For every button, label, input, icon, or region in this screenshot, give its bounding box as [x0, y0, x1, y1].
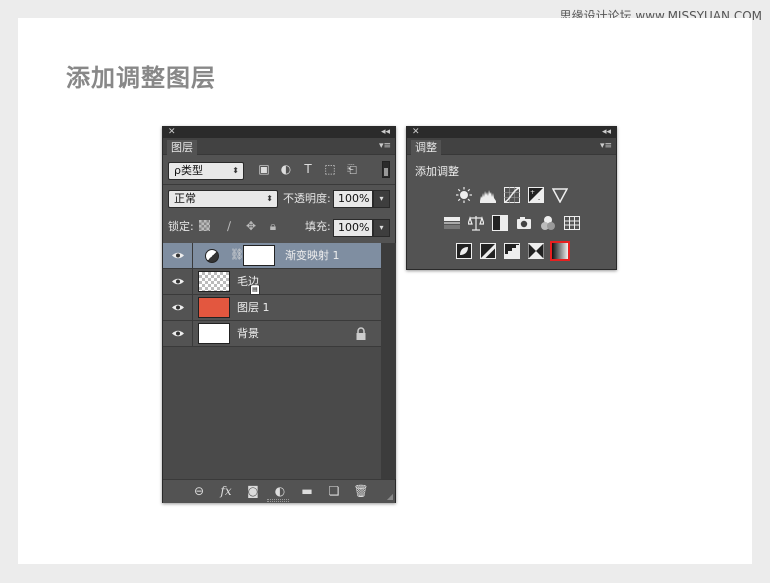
visibility-toggle[interactable] [163, 243, 193, 269]
lock-all-icon[interactable]: 🔒︎ [265, 217, 281, 235]
fill-label: 填充: [305, 220, 331, 233]
gradient-map-icon[interactable] [549, 241, 570, 261]
filter-toggle-switch[interactable] [382, 161, 390, 178]
shape-filter-icon[interactable]: ⬚ [323, 162, 337, 176]
tab-adjustments[interactable]: 调整 [411, 140, 441, 155]
layers-panel: ✕ ◂◂ 图层 ▾≡ ρ类型 ⬍ ▣ ◐ T ⬚ ⎗ 正常 ⬍ 不透明度: 100%… [162, 126, 396, 503]
visibility-toggle[interactable] [163, 321, 193, 347]
channel-mixer-icon[interactable] [540, 215, 556, 231]
adjustments-panel: ✕ ◂◂ 调整 ▾≡ 添加调整 + - [406, 126, 617, 270]
collapse-icon[interactable]: ◂◂ [381, 127, 390, 138]
opacity-label: 不透明度: [283, 192, 331, 205]
new-group-icon[interactable]: ▬ [299, 484, 315, 498]
smart-object-filter-icon[interactable]: ⎗ [345, 162, 359, 176]
color-balance-icon[interactable] [467, 215, 484, 231]
lock-row: 锁定: ∕ ✥ 🔒︎ 填充: 100% ▾ [163, 217, 395, 237]
vibrance-icon[interactable] [551, 187, 568, 203]
visibility-toggle[interactable] [163, 269, 193, 295]
lock-image-icon[interactable]: ∕ [221, 217, 237, 235]
link-icon[interactable]: ⛓ [230, 248, 244, 261]
layer-mask-thumbnail[interactable] [243, 245, 275, 266]
levels-icon[interactable] [479, 187, 496, 203]
fill-input[interactable]: 100% [333, 219, 373, 237]
threshold-icon[interactable] [503, 243, 520, 259]
eye-icon [172, 278, 184, 285]
layer-row-background[interactable]: 背景 [163, 321, 381, 347]
image-filter-icon[interactable]: ▣ [257, 162, 271, 176]
adjustment-filter-icon[interactable]: ◐ [279, 162, 293, 176]
eye-icon [172, 304, 184, 311]
collapse-icon[interactable]: ◂◂ [602, 127, 611, 138]
lock-transparent-icon[interactable] [199, 217, 215, 235]
eye-icon [172, 252, 184, 259]
eye-icon [172, 330, 184, 337]
selective-color-icon[interactable] [527, 243, 544, 259]
layers-list: ⛓ 渐变映射 1 ▤ 毛边 图层 1 背景 [163, 243, 381, 479]
curves-icon[interactable] [503, 187, 520, 203]
layers-scrollbar[interactable] [381, 243, 396, 479]
adjustments-heading: 添加调整 [415, 165, 459, 178]
page-title: 添加调整图层 [66, 64, 216, 92]
layer-thumbnail[interactable] [198, 297, 230, 318]
fill-dropdown-button[interactable]: ▾ [373, 219, 390, 237]
tab-layers[interactable]: 图层 [167, 140, 197, 155]
opacity-input[interactable]: 100% [333, 190, 373, 208]
svg-text:+: + [530, 189, 535, 196]
lock-label: 锁定: [168, 220, 194, 233]
hue-saturation-icon[interactable] [443, 215, 460, 231]
add-mask-icon[interactable]: ◙ [245, 484, 261, 498]
panel-topbar: ✕ ◂◂ [407, 127, 616, 138]
close-icon[interactable]: ✕ [168, 127, 176, 138]
layer-thumbnail[interactable] [198, 323, 230, 344]
exposure-icon[interactable]: +- [527, 187, 544, 203]
lock-icon [356, 327, 366, 340]
blend-mode-dropdown[interactable]: 正常 ⬍ [168, 190, 278, 208]
photo-filter-icon[interactable] [516, 215, 532, 231]
panel-menu-icon[interactable]: ▾≡ [379, 141, 391, 151]
resize-corner-icon[interactable]: ◢ [387, 492, 393, 501]
layer-row-layer-1[interactable]: 图层 1 [163, 295, 381, 321]
svg-text:-: - [538, 196, 540, 203]
filter-row: ρ类型 ⬍ ▣ ◐ T ⬚ ⎗ [163, 160, 395, 180]
visibility-toggle[interactable] [163, 295, 193, 321]
delete-layer-icon[interactable]: 🗑︎ [353, 484, 369, 498]
opacity-dropdown-button[interactable]: ▾ [373, 190, 390, 208]
posterize-icon[interactable] [479, 243, 496, 259]
adjustment-layer-icon [205, 249, 219, 263]
tabbar: 图层 ▾≡ [163, 138, 395, 155]
adjustments-row-3 [407, 241, 616, 261]
layers-bottom-toolbar: ⊖ fx ◙ ◐ ▬ ❏ 🗑︎ ◢ [163, 479, 395, 503]
layer-row-edge[interactable]: ▤ 毛边 [163, 269, 381, 295]
link-layers-icon[interactable]: ⊖ [191, 484, 207, 498]
layer-name[interactable]: 渐变映射 1 [285, 243, 340, 269]
new-layer-icon[interactable]: ❏ [326, 484, 342, 498]
divider [163, 184, 395, 185]
tabbar: 调整 ▾≡ [407, 138, 616, 155]
layer-thumbnail[interactable]: ▤ [198, 271, 260, 295]
fx-icon[interactable]: fx [218, 484, 234, 498]
layer-name[interactable]: 毛边 [237, 269, 259, 295]
type-filter-icon[interactable]: T [301, 162, 315, 176]
layer-row-gradient-map[interactable]: ⛓ 渐变映射 1 [163, 243, 381, 269]
new-adjustment-layer-icon[interactable]: ◐ [272, 484, 288, 498]
layer-name[interactable]: 背景 [237, 321, 259, 347]
layer-name[interactable]: 图层 1 [237, 295, 270, 321]
blend-row: 正常 ⬍ 不透明度: 100% ▾ [163, 188, 395, 208]
adjustments-row-2 [407, 215, 616, 231]
adjustments-row-1: + - [407, 187, 616, 203]
panel-topbar: ✕ ◂◂ [163, 127, 395, 138]
black-white-icon[interactable] [491, 215, 508, 231]
panel-menu-icon[interactable]: ▾≡ [600, 141, 612, 151]
brightness-contrast-icon[interactable] [455, 187, 472, 203]
close-icon[interactable]: ✕ [412, 127, 420, 138]
lock-position-icon[interactable]: ✥ [243, 217, 259, 235]
invert-icon[interactable] [455, 243, 472, 259]
filter-kind-dropdown[interactable]: ρ类型 ⬍ [168, 162, 244, 180]
color-lookup-icon[interactable] [563, 215, 580, 231]
resize-grip[interactable] [267, 499, 289, 502]
